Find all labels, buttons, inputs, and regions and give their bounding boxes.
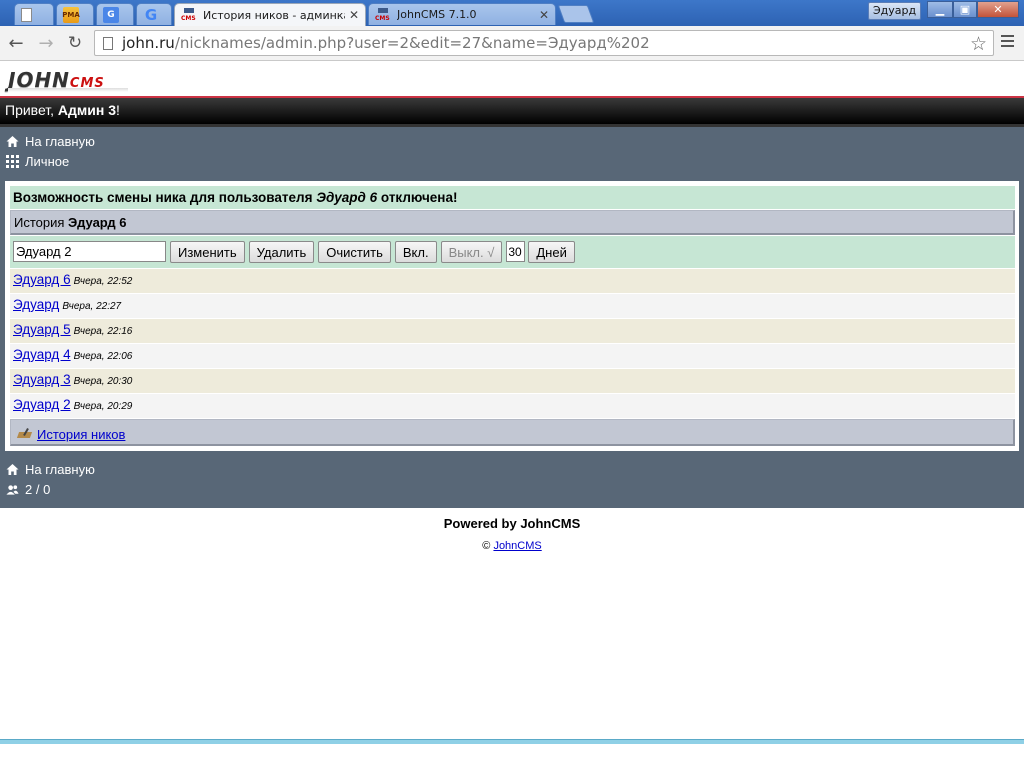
days-input[interactable] bbox=[506, 241, 526, 262]
browser-toolbar: ← → ↻ john.ru/nicknames/admin.php?user=2… bbox=[0, 26, 1024, 61]
history-nick-link[interactable]: Эдуард 4 bbox=[13, 347, 71, 362]
history-header: История Эдуард 6 bbox=[10, 210, 1015, 235]
content-panel: Возможность смены ника для пользователя … bbox=[5, 181, 1019, 451]
johncms-link[interactable]: JohnCMS bbox=[493, 540, 541, 552]
change-button[interactable]: Изменить bbox=[170, 241, 245, 263]
days-button[interactable]: Дней bbox=[528, 241, 575, 263]
document-icon bbox=[21, 7, 32, 22]
nick-input[interactable] bbox=[13, 241, 166, 262]
history-time: Вчера, 22:16 bbox=[73, 326, 133, 337]
google-translate-icon: G bbox=[103, 6, 119, 23]
reload-button[interactable]: ↻ bbox=[64, 32, 86, 54]
history-row: Эдуард 3 Вчера, 20:30 bbox=[10, 369, 1015, 393]
notice-user: Эдуард 6 bbox=[316, 190, 378, 205]
history-time: Вчера, 20:30 bbox=[73, 376, 133, 387]
delete-button[interactable]: Удалить bbox=[248, 241, 315, 263]
close-icon[interactable]: ✕ bbox=[349, 8, 359, 22]
tab-document[interactable] bbox=[14, 3, 54, 25]
url-path: /nicknames/admin.php?user=2&edit=27&name… bbox=[174, 34, 650, 52]
history-time: Вчера, 22:27 bbox=[62, 301, 122, 312]
bottom-home-link[interactable]: На главную bbox=[6, 462, 95, 477]
maximize-button[interactable]: ▣ bbox=[953, 1, 977, 18]
bottom-home-label: На главную bbox=[25, 462, 95, 477]
address-bar[interactable]: john.ru/nicknames/admin.php?user=2&edit=… bbox=[94, 30, 994, 56]
copyright: © JohnCMS bbox=[0, 540, 1024, 552]
history-nick-link[interactable]: Эдуард 3 bbox=[13, 372, 71, 387]
history-row: Эдуард 2 Вчера, 20:29 bbox=[10, 394, 1015, 418]
history-time: Вчера, 20:29 bbox=[73, 401, 133, 412]
enable-button[interactable]: Вкл. bbox=[394, 241, 437, 263]
johncms-icon: CMS bbox=[375, 7, 391, 22]
nick-change-notice: Возможность смены ника для пользователя … bbox=[10, 186, 1015, 209]
tab-title: JohnCMS 7.1.0 bbox=[397, 8, 477, 21]
google-icon: G bbox=[144, 5, 158, 24]
history-nick-link[interactable]: Эдуард bbox=[13, 297, 59, 312]
history-time: Вчера, 22:06 bbox=[73, 351, 133, 362]
grid-icon bbox=[6, 155, 19, 168]
history-nick-link[interactable]: Эдуард 5 bbox=[13, 322, 71, 337]
logo-reflection bbox=[8, 88, 128, 92]
online-users-count: 2 / 0 bbox=[25, 482, 51, 497]
tab-johncms[interactable]: CMS JohnCMS 7.1.0 ✕ bbox=[368, 3, 556, 25]
johncms-icon: CMS bbox=[181, 8, 197, 22]
history-row: Эдуард 5 Вчера, 22:16 bbox=[10, 319, 1015, 343]
minimize-button[interactable]: ▁ bbox=[927, 1, 953, 18]
home-link-label: На главную bbox=[25, 134, 95, 149]
tab-google-translate[interactable]: G bbox=[96, 3, 134, 25]
url-host: john.ru bbox=[122, 34, 175, 52]
tab-google[interactable]: G bbox=[136, 3, 172, 25]
forward-button[interactable]: → bbox=[35, 32, 57, 54]
profile-button[interactable]: Эдуард bbox=[868, 2, 921, 20]
greeting-suffix: ! bbox=[116, 102, 120, 118]
history-nick-link[interactable]: Эдуард 2 bbox=[13, 397, 71, 412]
greeting-prefix: Привет, bbox=[5, 102, 58, 118]
taskbar-edge bbox=[0, 739, 1024, 744]
home-icon bbox=[6, 463, 19, 476]
history-prefix: История bbox=[14, 215, 69, 230]
phpmyadmin-icon: PMA bbox=[62, 6, 80, 23]
clear-button[interactable]: Очистить bbox=[318, 241, 391, 263]
disable-button[interactable]: Выкл. √ bbox=[440, 241, 503, 263]
notice-prefix: Возможность смены ника для пользователя bbox=[13, 190, 317, 205]
copyright-symbol: © bbox=[482, 540, 494, 552]
home-icon bbox=[6, 135, 19, 148]
new-tab-button[interactable] bbox=[557, 5, 595, 23]
history-footer: История ников bbox=[10, 419, 1015, 446]
url-text[interactable]: john.ru/nicknames/admin.php?user=2&edit=… bbox=[122, 34, 650, 52]
tab-nick-history-admin[interactable]: CMS История ников - админка ✕ bbox=[174, 3, 366, 26]
history-time: Вчера, 22:52 bbox=[73, 276, 133, 287]
home-link[interactable]: На главную bbox=[6, 134, 95, 149]
history-row: Эдуард 4 Вчера, 22:06 bbox=[10, 344, 1015, 368]
page-icon bbox=[103, 36, 113, 50]
nick-edit-form: Изменить Удалить Очистить Вкл. Выкл. √ Д… bbox=[10, 236, 1015, 268]
history-user: Эдуард 6 bbox=[68, 215, 127, 230]
back-button[interactable]: ← bbox=[5, 32, 27, 54]
greeting-bar: Привет, Админ 3! bbox=[0, 98, 1024, 124]
tab-phpmyadmin[interactable]: PMA bbox=[56, 3, 94, 25]
greeting-user: Админ 3 bbox=[57, 102, 117, 118]
tab-title: История ников - админка bbox=[203, 8, 345, 22]
personal-link[interactable]: Личное bbox=[6, 154, 69, 169]
notice-suffix: отключена! bbox=[377, 190, 458, 205]
browser-tab-strip: PMA G G CMS История ников - админка ✕ CM… bbox=[0, 0, 1024, 26]
powered-by: Powered by JohnCMS bbox=[443, 516, 581, 531]
close-icon[interactable]: ✕ bbox=[539, 8, 549, 22]
nick-history-link[interactable]: История ников bbox=[37, 427, 125, 442]
history-nick-link[interactable]: Эдуард 6 bbox=[13, 272, 71, 287]
history-row: Эдуард Вчера, 22:27 bbox=[10, 294, 1015, 318]
history-icon bbox=[16, 428, 33, 440]
history-row: Эдуард 6 Вчера, 22:52 bbox=[10, 269, 1015, 293]
close-window-button[interactable]: ✕ bbox=[977, 1, 1019, 18]
menu-icon[interactable] bbox=[1001, 35, 1014, 49]
users-icon bbox=[6, 483, 19, 496]
site-header: JOHNCMS bbox=[0, 61, 1024, 97]
personal-link-label: Личное bbox=[25, 154, 70, 169]
bookmark-star-icon[interactable]: ☆ bbox=[970, 33, 987, 55]
online-users-link[interactable]: 2 / 0 bbox=[6, 482, 50, 497]
